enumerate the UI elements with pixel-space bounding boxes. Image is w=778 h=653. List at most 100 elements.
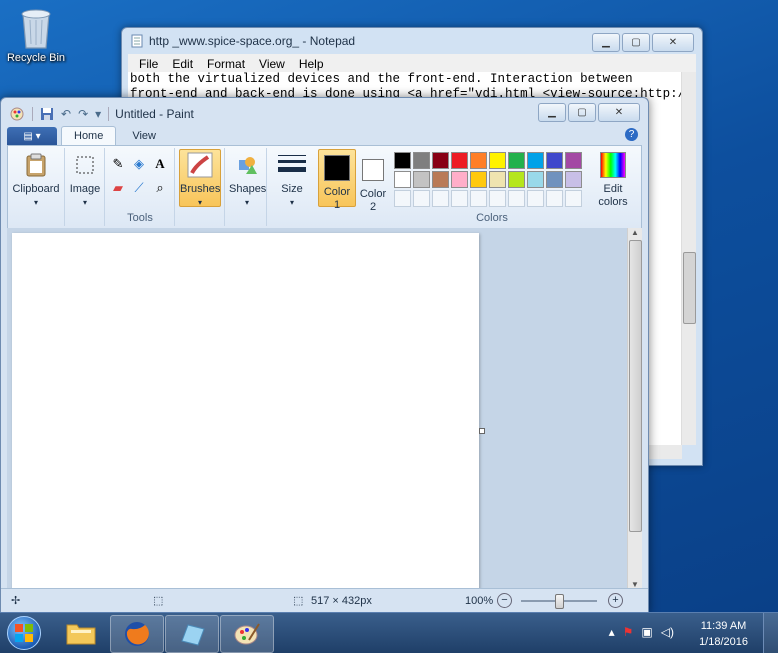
notepad-vertical-scrollbar[interactable] (681, 72, 696, 445)
notepad-minimize-button[interactable]: ▁ (592, 33, 620, 52)
scroll-up-arrow-icon[interactable]: ▲ (631, 228, 639, 237)
palette-empty-slot[interactable] (489, 190, 506, 207)
palette-swatch[interactable] (527, 152, 544, 169)
palette-empty-slot[interactable] (508, 190, 525, 207)
size-group: Size ▾ (270, 148, 314, 226)
menu-help[interactable]: Help (292, 54, 331, 72)
palette-swatch[interactable] (527, 171, 544, 188)
menu-edit[interactable]: Edit (165, 54, 200, 72)
taskbar-paint[interactable] (220, 615, 274, 653)
palette-empty-slot[interactable] (527, 190, 544, 207)
palette-empty-slot[interactable] (394, 190, 411, 207)
volume-icon[interactable]: ◁) (661, 625, 674, 639)
palette-empty-slot[interactable] (470, 190, 487, 207)
clock[interactable]: 11:39 AM 1/18/2016 (699, 618, 748, 650)
palette-empty-slot[interactable] (546, 190, 563, 207)
colors-label: Colors (476, 212, 508, 224)
menu-format[interactable]: Format (200, 54, 252, 72)
magnifier-icon[interactable]: ⌕ (150, 178, 170, 198)
fill-icon[interactable]: ◈ (129, 154, 149, 174)
palette-swatch[interactable] (413, 171, 430, 188)
close-icon: ✕ (668, 37, 678, 48)
palette-swatch[interactable] (489, 152, 506, 169)
palette-swatch[interactable] (546, 171, 563, 188)
text-icon[interactable]: A (150, 154, 170, 174)
tab-home[interactable]: Home (61, 126, 117, 145)
clipboard-button[interactable]: Clipboard ▾ (10, 150, 62, 209)
notepad-window-controls: ▁ ▢ ✕ (592, 33, 694, 52)
taskbar-explorer[interactable] (55, 615, 107, 651)
paint-menu-button[interactable]: ▤ ▾ (7, 127, 57, 145)
palette-swatch[interactable] (394, 171, 411, 188)
palette-swatch[interactable] (451, 171, 468, 188)
size-button[interactable]: Size ▾ (272, 150, 312, 209)
firefox-icon (125, 622, 149, 646)
menu-file[interactable]: File (132, 54, 165, 72)
start-button[interactable] (2, 615, 46, 651)
notepad-scroll-thumb[interactable] (683, 252, 696, 324)
shapes-group: Shapes ▾ (228, 148, 267, 226)
customize-qat-icon[interactable]: ▾ (95, 107, 101, 121)
canvas-resize-handle[interactable] (479, 428, 485, 434)
paint-scroll-thumb[interactable] (629, 240, 642, 532)
palette-swatch[interactable] (565, 171, 582, 188)
palette-swatch[interactable] (470, 152, 487, 169)
palette-empty-slot[interactable] (565, 190, 582, 207)
paint-close-button[interactable]: ✕ (598, 103, 640, 122)
palette-swatch[interactable] (413, 152, 430, 169)
drawing-canvas[interactable] (12, 233, 479, 589)
palette-swatch[interactable] (546, 152, 563, 169)
taskbar-notepad[interactable] (165, 615, 219, 653)
help-icon[interactable]: ? (625, 128, 638, 141)
palette-swatch[interactable] (489, 171, 506, 188)
shapes-button[interactable]: Shapes ▾ (229, 150, 266, 209)
zoom-out-button[interactable]: − (497, 593, 512, 608)
select-icon (76, 156, 94, 174)
show-hidden-icons-icon[interactable]: ▴ (609, 625, 615, 639)
palette-swatch[interactable] (432, 171, 449, 188)
notepad-maximize-button[interactable]: ▢ (622, 33, 650, 52)
color1-button[interactable]: Color 1 (318, 149, 356, 211)
palette-swatch[interactable] (451, 152, 468, 169)
color-picker-icon[interactable]: ⟋ (129, 178, 149, 198)
paint-window[interactable]: ↶ ↷ ▾ Untitled - Paint ▁ ▢ ✕ ▤ ▾ Home Vi… (0, 97, 649, 614)
zoom-slider[interactable] (521, 594, 597, 609)
palette-swatch[interactable] (470, 171, 487, 188)
active-colors-group: Color 1 Color 2 (316, 148, 392, 226)
color2-button[interactable]: Color 2 (356, 149, 390, 214)
notepad-close-button[interactable]: ✕ (652, 33, 694, 52)
zoom-slider-thumb[interactable] (555, 594, 564, 609)
notepad-titlebar[interactable]: http _www.spice-space.org_ - Notepad (130, 34, 355, 48)
network-icon[interactable]: ▣ (641, 625, 652, 639)
recycle-bin-desktop-icon[interactable]: Recycle Bin (4, 6, 68, 64)
palette-swatch[interactable] (508, 152, 525, 169)
paint-minimize-button[interactable]: ▁ (538, 103, 566, 122)
paint-maximize-button[interactable]: ▢ (568, 103, 596, 122)
palette-empty-slot[interactable] (413, 190, 430, 207)
redo-icon[interactable]: ↷ (78, 107, 88, 121)
save-icon[interactable] (40, 107, 54, 121)
edit-colors-button[interactable]: Edit colors (593, 150, 633, 209)
palette-empty-slot[interactable] (451, 190, 468, 207)
pencil-icon[interactable]: ✎ (108, 154, 128, 174)
undo-icon[interactable]: ↶ (61, 107, 71, 121)
brushes-button[interactable]: Brushes ▾ (179, 149, 221, 207)
palette-swatch[interactable] (508, 171, 525, 188)
palette-swatch[interactable] (432, 152, 449, 169)
palette-empty-slot[interactable] (432, 190, 449, 207)
image-label: Image (69, 183, 101, 195)
zoom-in-button[interactable]: + (608, 593, 623, 608)
menu-view[interactable]: View (252, 54, 292, 72)
show-desktop-button[interactable] (763, 613, 778, 653)
paint-vertical-scrollbar[interactable]: ▲ ▼ (627, 228, 642, 589)
tab-view[interactable]: View (120, 127, 168, 145)
palette-swatch[interactable] (565, 152, 582, 169)
notepad-title: http _www.spice-space.org_ - Notepad (149, 34, 356, 48)
taskbar-firefox[interactable] (110, 615, 164, 653)
canvas-workspace[interactable] (7, 228, 628, 589)
palette-swatch[interactable] (394, 152, 411, 169)
image-button[interactable]: Image ▾ (68, 150, 102, 209)
paint-icon (234, 623, 260, 645)
eraser-icon[interactable]: ▰ (108, 178, 128, 198)
action-center-flag-icon[interactable]: ⚑ (623, 625, 634, 639)
